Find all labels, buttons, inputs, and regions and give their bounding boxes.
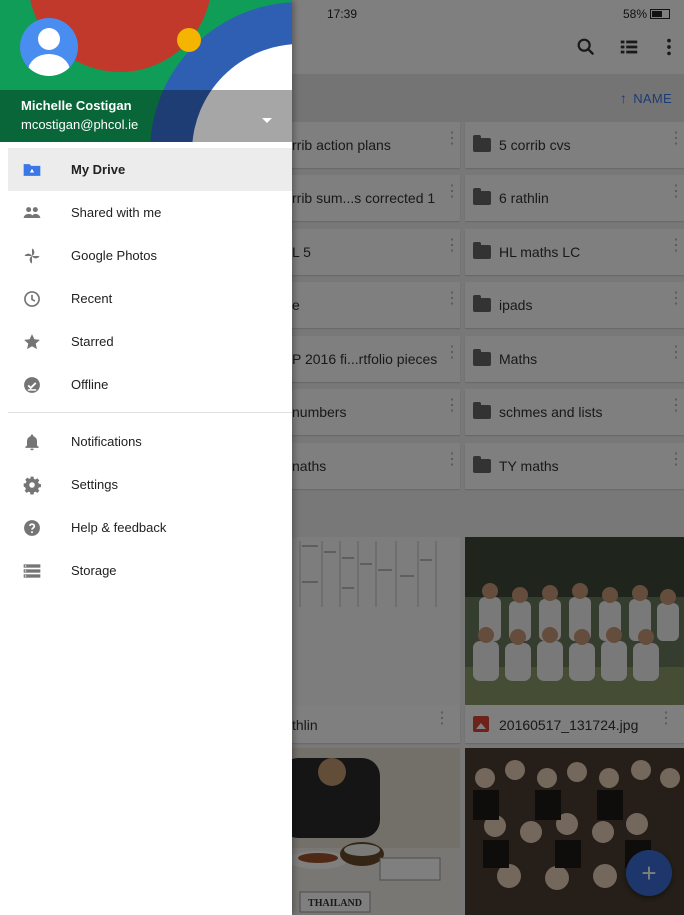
nav-label: Starred — [71, 334, 114, 349]
pinwheel-icon — [24, 248, 40, 264]
nav-label: Help & feedback — [71, 520, 167, 535]
nav-item-settings[interactable]: Settings — [8, 463, 292, 506]
nav-item-help-feedback[interactable]: Help & feedback — [8, 506, 292, 549]
navigation-drawer: Michelle Costigan mcostigan@phcol.ie My … — [0, 0, 292, 915]
nav-label: Shared with me — [71, 205, 162, 220]
nav-item-google-photos[interactable]: Google Photos — [8, 234, 292, 277]
nav-item-offline[interactable]: Offline — [8, 363, 292, 406]
drive-app-screen: 17:39 58% ↑NAME rrib action plans⋮ rrib … — [0, 0, 684, 915]
account-switcher-icon[interactable] — [262, 118, 272, 123]
clock-icon — [24, 291, 40, 307]
nav-label: My Drive — [71, 162, 126, 177]
nav-label: Recent — [71, 291, 113, 306]
nav-label: Notifications — [71, 434, 142, 449]
star-icon — [24, 334, 40, 350]
nav-label: Storage — [71, 563, 117, 578]
help-icon — [24, 520, 40, 536]
account-header[interactable]: Michelle Costigan mcostigan@phcol.ie — [0, 0, 292, 142]
nav-item-storage[interactable]: Storage — [8, 549, 292, 592]
account-email: mcostigan@phcol.ie — [21, 117, 139, 132]
account-name: Michelle Costigan — [21, 98, 132, 113]
storage-icon — [23, 564, 41, 578]
drive-folder-icon — [23, 164, 41, 176]
nav-item-starred[interactable]: Starred — [8, 320, 292, 363]
nav-item-my-drive[interactable]: My Drive — [8, 148, 292, 191]
nav-item-recent[interactable]: Recent — [8, 277, 292, 320]
nav-label: Offline — [71, 377, 109, 392]
offline-check-icon — [24, 377, 40, 393]
nav-item-notifications[interactable]: Notifications — [8, 420, 292, 463]
nav-item-shared-with-me[interactable]: Shared with me — [8, 191, 292, 234]
people-icon — [23, 207, 41, 218]
nav-label: Settings — [71, 477, 118, 492]
avatar[interactable] — [20, 18, 78, 76]
gear-icon — [23, 476, 41, 495]
drawer-divider — [8, 412, 292, 413]
nav-label: Google Photos — [71, 248, 158, 263]
bell-icon — [25, 434, 39, 451]
